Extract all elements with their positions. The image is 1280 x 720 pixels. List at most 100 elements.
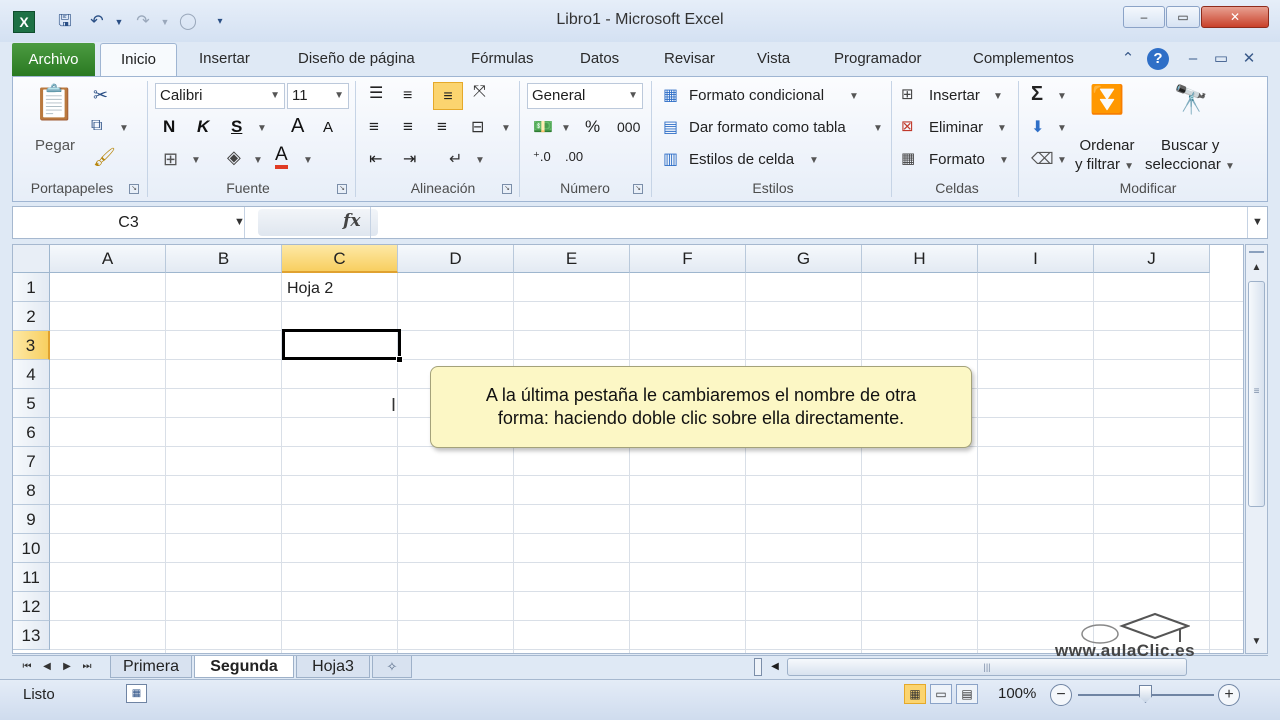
column-header-f[interactable]: F — [630, 245, 746, 273]
page-layout-view-icon[interactable]: ▭ — [930, 684, 952, 704]
row-header-12[interactable]: 12 — [13, 592, 50, 621]
column-header-h[interactable]: H — [862, 245, 978, 273]
column-header-c[interactable]: C — [282, 245, 398, 273]
close-button[interactable]: ✕ — [1201, 6, 1269, 28]
alignment-dialog-launcher-icon[interactable]: ↘ — [502, 184, 512, 194]
italic-button[interactable]: K — [197, 117, 209, 137]
undo-icon[interactable]: ↶ — [86, 11, 108, 33]
decrease-decimal-icon[interactable]: .00 — [565, 149, 583, 164]
customize-qat-icon[interactable]: ▾ — [209, 11, 231, 33]
tab-add-ins[interactable]: Complementos — [973, 50, 1074, 67]
borders-dropdown-icon[interactable]: ▼ — [191, 155, 201, 166]
clear-dropdown-icon[interactable]: ▼ — [1057, 155, 1067, 166]
currency-dropdown-icon[interactable]: ▼ — [561, 123, 571, 134]
find-select-label-2[interactable]: seleccionar ▼ — [1145, 156, 1235, 173]
format-as-table-icon[interactable]: ▤ — [663, 117, 678, 137]
tab-insert[interactable]: Insertar — [199, 50, 250, 67]
workbook-restore-icon[interactable]: ▭ — [1210, 48, 1232, 70]
restore-button[interactable]: ▭ — [1166, 6, 1200, 28]
cell-c1[interactable]: Hoja 2 — [287, 280, 333, 298]
row-header-1[interactable]: 1 — [13, 273, 50, 302]
cell-styles-dropdown-icon[interactable]: ▼ — [809, 155, 819, 166]
insert-function-icon[interactable]: fx — [343, 211, 360, 231]
autosum-dropdown-icon[interactable]: ▼ — [1057, 91, 1067, 102]
fill-color-dropdown-icon[interactable]: ▼ — [253, 155, 263, 166]
expand-formula-bar-icon[interactable]: ▼ — [1247, 207, 1267, 238]
font-size-combo[interactable]: 11 ▼ — [287, 83, 349, 109]
font-dialog-launcher-icon[interactable]: ↘ — [337, 184, 347, 194]
minimize-ribbon-icon[interactable]: ⌃ — [1117, 48, 1139, 70]
insert-cells-dropdown-icon[interactable]: ▼ — [993, 91, 1003, 102]
row-header-8[interactable]: 8 — [13, 476, 50, 505]
format-as-table-dropdown-icon[interactable]: ▼ — [873, 123, 883, 134]
name-box-dropdown-icon[interactable]: ▼ — [234, 207, 245, 238]
row-header-3[interactable]: 3 — [13, 331, 50, 360]
cell-styles-button[interactable]: Estilos de celda — [689, 151, 794, 168]
wrap-dropdown-icon[interactable]: ▼ — [475, 155, 485, 166]
find-select-label-1[interactable]: Buscar y — [1161, 137, 1219, 154]
row-header-13[interactable]: 13 — [13, 621, 50, 650]
split-handle[interactable] — [1249, 245, 1264, 253]
paste-icon[interactable]: 📋 — [33, 83, 75, 129]
zoom-in-icon[interactable]: + — [1218, 684, 1240, 706]
undo-dropdown-icon[interactable]: ▼ — [108, 11, 130, 33]
increase-indent-icon[interactable]: ⇥ — [403, 149, 416, 169]
redo-dropdown-icon[interactable]: ▼ — [154, 11, 176, 33]
last-sheet-icon[interactable]: ⏭ — [78, 658, 96, 676]
chevron-down-icon[interactable]: ▼ — [270, 84, 280, 108]
delete-cells-button[interactable]: Eliminar — [929, 119, 983, 136]
percent-button[interactable]: % — [585, 117, 600, 137]
format-as-table-button[interactable]: Dar formato como tabla — [689, 119, 846, 136]
select-all-corner[interactable] — [13, 245, 50, 273]
format-cells-icon[interactable]: ▦ — [901, 149, 915, 167]
scroll-up-icon[interactable]: ▲ — [1246, 259, 1267, 277]
paste-button-label[interactable]: Pegar — [35, 137, 75, 154]
name-box[interactable]: C3 — [13, 207, 245, 238]
currency-icon[interactable]: 💵 — [533, 117, 553, 137]
merge-center-icon[interactable]: ⊟ — [471, 117, 484, 137]
column-header-a[interactable]: A — [50, 245, 166, 273]
row-header-2[interactable]: 2 — [13, 302, 50, 331]
normal-view-icon[interactable]: ▦ — [904, 684, 926, 704]
align-top-icon[interactable]: ☰ — [369, 83, 383, 103]
column-header-g[interactable]: G — [746, 245, 862, 273]
column-header-e[interactable]: E — [514, 245, 630, 273]
align-middle-icon[interactable]: ≡ — [403, 87, 412, 105]
save-icon[interactable]: 🖫 — [54, 11, 76, 33]
sheet-tab-segunda[interactable]: Segunda — [194, 656, 294, 678]
grow-font-button[interactable]: A — [291, 115, 304, 138]
wrap-text-icon[interactable]: ↵ — [449, 149, 462, 169]
font-color-dropdown-icon[interactable]: ▼ — [303, 155, 313, 166]
tab-page-layout[interactable]: Diseño de página — [298, 50, 415, 67]
previous-sheet-icon[interactable]: ◀ — [38, 658, 56, 676]
row-header-7[interactable]: 7 — [13, 447, 50, 476]
number-format-combo[interactable]: General ▼ — [527, 83, 643, 109]
row-header-5[interactable]: 5 — [13, 389, 50, 418]
borders-icon[interactable]: ⊞ — [163, 149, 178, 170]
copy-dropdown-icon[interactable]: ▼ — [119, 123, 129, 134]
scroll-left-icon[interactable]: ◀ — [766, 658, 784, 676]
tab-data[interactable]: Datos — [580, 50, 619, 67]
chevron-down-icon[interactable]: ▼ — [334, 84, 344, 108]
column-header-i[interactable]: I — [978, 245, 1094, 273]
tab-split-handle[interactable] — [754, 658, 762, 676]
thousands-separator-button[interactable]: 000 — [617, 119, 640, 135]
row-header-11[interactable]: 11 — [13, 563, 50, 592]
next-sheet-icon[interactable]: ▶ — [58, 658, 76, 676]
sheet-tab-primera[interactable]: Primera — [110, 656, 192, 678]
fill-color-icon[interactable]: ◈ — [227, 147, 241, 168]
merge-dropdown-icon[interactable]: ▼ — [501, 123, 511, 134]
excel-app-icon[interactable]: X — [13, 11, 35, 33]
quick-print-icon[interactable]: ◯ — [177, 11, 199, 33]
tab-file[interactable]: Archivo — [12, 43, 95, 76]
find-select-dropdown-icon[interactable]: ▼ — [1225, 161, 1235, 172]
column-header-j[interactable]: J — [1094, 245, 1210, 273]
zoom-out-icon[interactable]: − — [1050, 684, 1072, 706]
sort-filter-dropdown-icon[interactable]: ▼ — [1124, 161, 1134, 172]
clipboard-dialog-launcher-icon[interactable]: ↘ — [129, 184, 139, 194]
row-header-9[interactable]: 9 — [13, 505, 50, 534]
vertical-scrollbar[interactable]: ▲ ≡ ▼ — [1245, 244, 1268, 654]
page-break-view-icon[interactable]: ▤ — [956, 684, 978, 704]
cell-styles-icon[interactable]: ▥ — [663, 149, 678, 169]
zoom-level[interactable]: 100% — [998, 685, 1036, 702]
